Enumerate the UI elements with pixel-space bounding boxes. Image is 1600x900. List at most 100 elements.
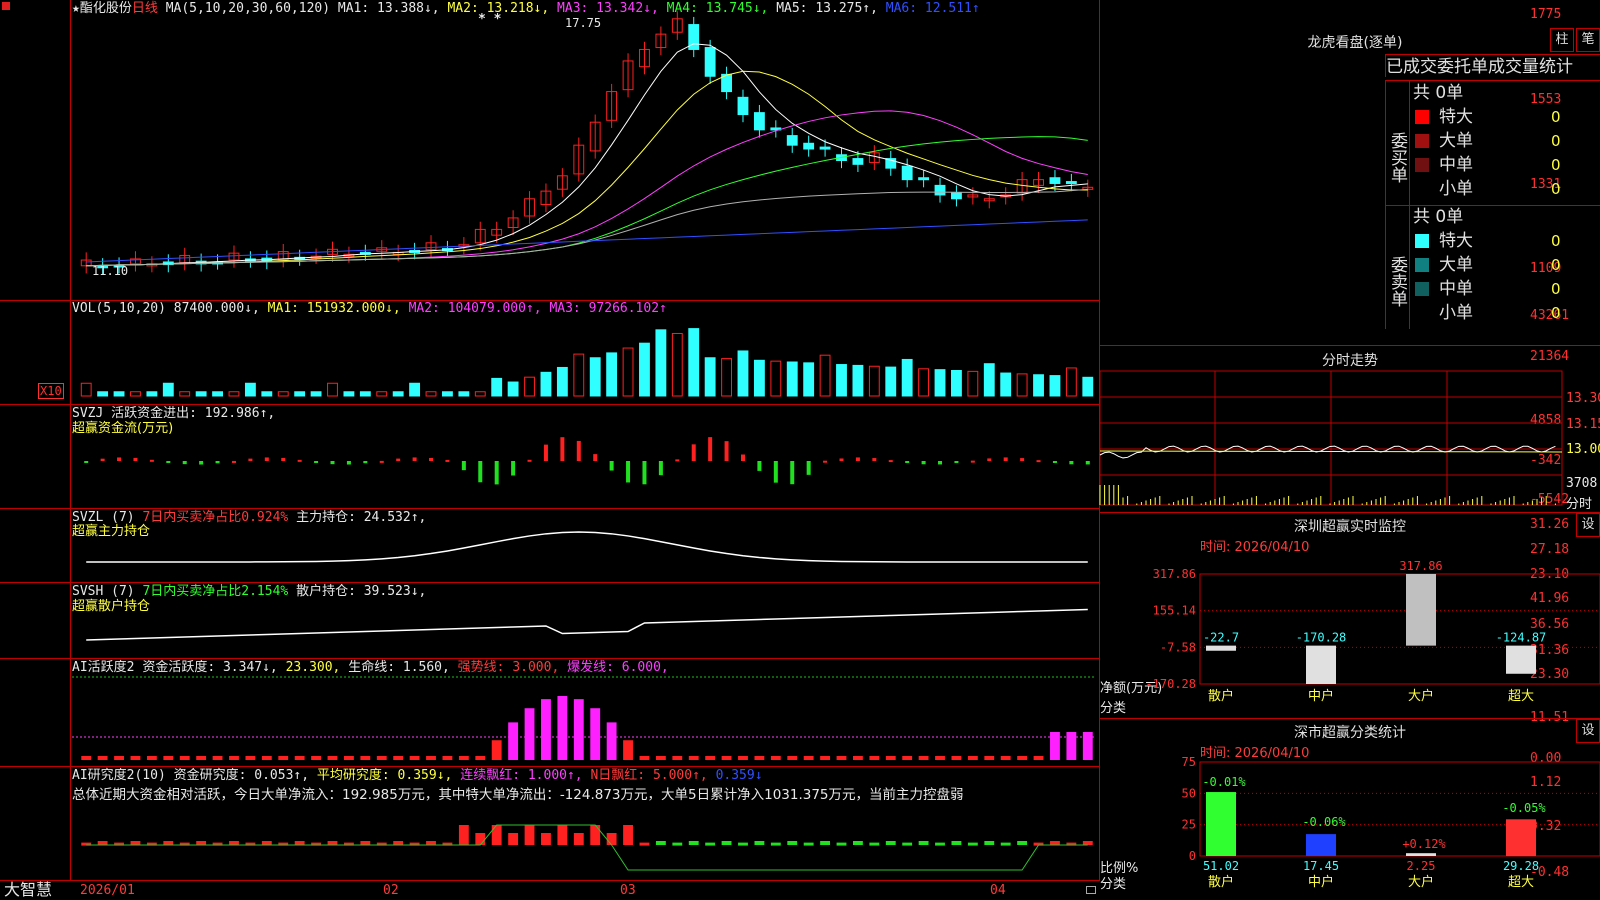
- vol-header: VOL(5,10,20) 87400.000↓, MA1: 151932.000…: [72, 301, 667, 316]
- candle-body: [786, 135, 798, 146]
- volume-bar: [327, 382, 338, 397]
- flow-bar: [708, 437, 713, 461]
- period-label[interactable]: 日线: [132, 1, 158, 16]
- volume-bar: [622, 347, 634, 397]
- ai-active-a: 资金活跃度: 3.347↓,: [142, 660, 278, 675]
- research-line: [86, 824, 1088, 871]
- activity-bar: [376, 756, 387, 760]
- research-bar: [820, 841, 831, 845]
- research-bar: [918, 841, 929, 845]
- flow-bar: [149, 459, 154, 462]
- research-bar: [163, 841, 174, 845]
- volume-bar: [1065, 367, 1077, 397]
- flow-bar: [921, 461, 926, 465]
- flow-bar: [1003, 457, 1008, 461]
- volume-bar: [359, 391, 371, 397]
- flow-bar: [691, 444, 696, 461]
- high-price-label: 17.75: [565, 16, 602, 30]
- sz-class-xlabel: 分类: [1100, 877, 1127, 892]
- sz-monitor-settings-button[interactable]: 设: [1576, 513, 1600, 537]
- research-bar: [1017, 841, 1028, 845]
- flow-bar: [117, 457, 122, 461]
- activity-bar: [1000, 756, 1011, 760]
- research-bar: [787, 841, 798, 845]
- chart-canvas[interactable]: [0, 0, 1100, 900]
- svsh-header: SVSH (7) 7日内买卖净占比2.154% 散户持仓: 39.523↓,: [72, 584, 426, 599]
- activity-bar: [984, 756, 995, 760]
- flow-bar: [987, 458, 992, 461]
- buy-label: 委买单: [1386, 81, 1410, 205]
- flow-bar: [1020, 458, 1025, 461]
- ma-params: MA(5,10,20,30,60,120): [165, 1, 331, 16]
- volume-bar: [983, 363, 995, 397]
- intraday-title: 分时走势: [1322, 353, 1378, 369]
- ma-line: [86, 219, 1088, 263]
- activity-bar: [918, 756, 929, 760]
- volume-bar: [951, 370, 962, 397]
- divider: [1100, 345, 1600, 346]
- volume-bar: [195, 391, 207, 397]
- volume-bar: [425, 391, 437, 397]
- volume-bar: [852, 364, 864, 397]
- y-tick: 317.86: [1153, 567, 1196, 581]
- activity-bar: [721, 756, 732, 760]
- activity-bar: [1066, 732, 1077, 760]
- buy-rows: 共 0单 特大00% 大单00% 中单00% 小单00%: [1411, 81, 1600, 205]
- flow-bar: [823, 460, 828, 463]
- volume-bar: [803, 362, 815, 397]
- flow-bar: [593, 454, 598, 461]
- flow-bar: [1036, 460, 1041, 463]
- volume-bar: [491, 377, 503, 397]
- flow-bar: [182, 461, 187, 465]
- bar-mode-button[interactable]: 柱: [1550, 28, 1574, 52]
- activity-bar: [852, 756, 863, 760]
- menu-icon[interactable]: [2, 2, 10, 10]
- flow-bar: [445, 459, 450, 462]
- buy-total: 共 0单: [1413, 83, 1464, 103]
- sell-label: 委卖单: [1386, 205, 1410, 329]
- candle-body: [852, 158, 864, 165]
- activity-bar: [442, 756, 453, 760]
- flow-bar: [527, 459, 532, 462]
- volume-bar: [277, 391, 289, 397]
- flow-bar: [133, 457, 138, 461]
- ai-active-b: 23.300,: [285, 660, 341, 675]
- favorite-star-icon[interactable]: ★: [72, 1, 80, 16]
- volume-bar: [294, 391, 306, 397]
- vol-tick: 21364: [1530, 349, 1570, 364]
- volume-bar: [753, 359, 765, 397]
- vol-value: 87400.000↓,: [173, 301, 260, 316]
- flow-bar: [626, 461, 631, 483]
- activity-bar: [639, 756, 650, 760]
- volume-bar: [967, 370, 979, 397]
- research-bar: [885, 841, 896, 845]
- flow-bar: [84, 461, 89, 463]
- lock-icon[interactable]: [1086, 886, 1096, 894]
- category-label: 大户: [1408, 688, 1434, 704]
- research-bar: [475, 833, 486, 845]
- ma3-value: MA3: 13.342↓,: [557, 1, 659, 16]
- intraday-unit: 分时: [1566, 497, 1593, 512]
- sz-class-settings-button[interactable]: 设: [1576, 719, 1600, 743]
- volume-bar: [819, 354, 831, 397]
- research-bar: [852, 841, 863, 845]
- flow-bar: [461, 461, 466, 471]
- tick-mode-button[interactable]: 笔: [1576, 28, 1600, 52]
- research-bar: [672, 842, 683, 846]
- buy-color-swatch: [1415, 134, 1429, 148]
- flow-bar: [314, 461, 319, 463]
- sell-section: 委卖单 共 0单 特大00% 大单00% 中单00% 小单00%: [1385, 205, 1600, 329]
- activity-bar: [869, 756, 880, 760]
- activity-bar: [245, 756, 256, 760]
- activity-bar: [327, 756, 338, 760]
- volume-bar: [655, 329, 667, 397]
- research-bar: [524, 825, 535, 845]
- category-label: 大户: [1408, 874, 1434, 890]
- ma-line: [86, 188, 1088, 267]
- candle-body: [803, 142, 815, 150]
- activity-bar: [1082, 732, 1093, 760]
- buy-section: 委买单 共 0单 特大00% 大单00% 中单00% 小单00%: [1385, 80, 1600, 206]
- category-bar: [1406, 574, 1436, 646]
- volume-bar: [179, 391, 191, 397]
- activity-bar: [623, 740, 633, 760]
